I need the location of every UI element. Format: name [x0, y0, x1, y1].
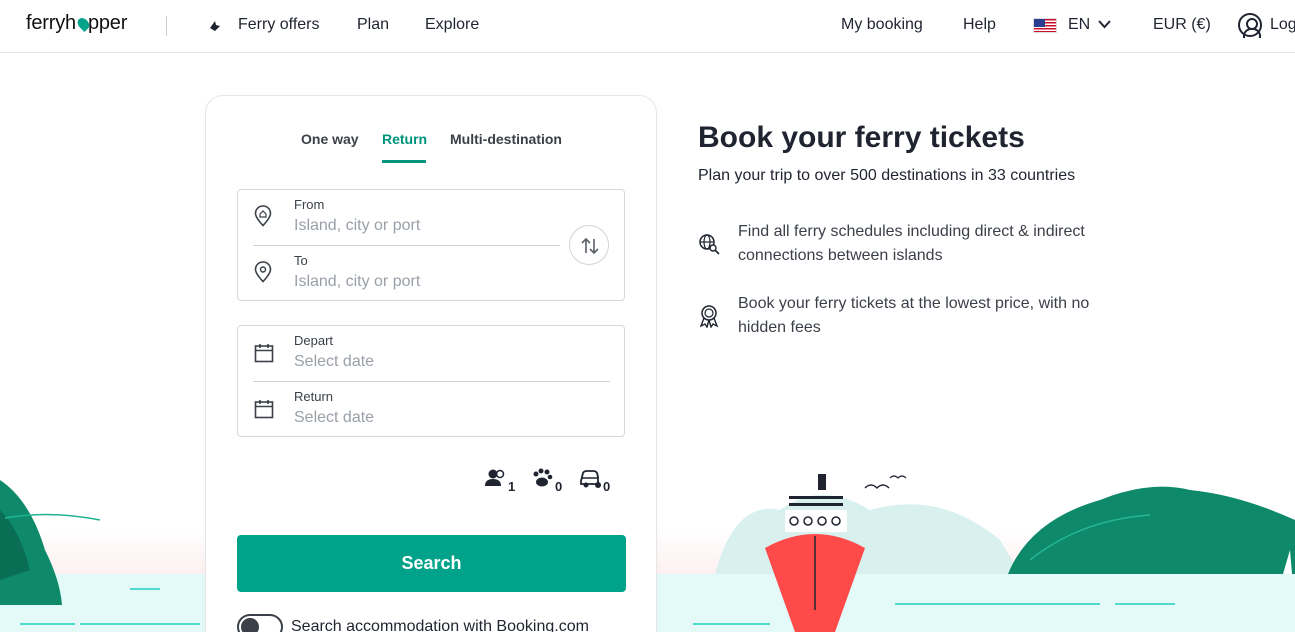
car-bike-icon: [580, 470, 601, 488]
to-input[interactable]: Island, city or port: [294, 273, 420, 291]
page-subtitle: Plan your trip to over 500 destinations …: [698, 167, 1076, 184]
feature-schedules: Find all ferry schedules including direc…: [738, 223, 1085, 264]
swap-arrows-icon: [581, 237, 599, 255]
depart-label: Depart: [294, 333, 334, 348]
currency-selector[interactable]: EUR (€): [1153, 16, 1211, 34]
nav-login[interactable]: Log: [1270, 16, 1295, 34]
divider: [166, 16, 167, 36]
language-selector[interactable]: EN: [1068, 16, 1090, 34]
page-title: Book your ferry tickets: [698, 121, 1025, 154]
calendar-icon: [254, 344, 274, 363]
nav-help[interactable]: Help: [963, 16, 996, 34]
from-label: From: [294, 197, 325, 212]
top-nav: ferryh pper Ferry offers Plan Explore My …: [0, 0, 1295, 53]
award-badge-icon: [699, 305, 719, 328]
passengers-count: 1: [508, 479, 516, 494]
vehicles-count: 0: [603, 479, 611, 494]
ship-icon: [210, 21, 220, 31]
vehicles-selector[interactable]: 0: [579, 468, 610, 495]
return-label: Return: [294, 389, 334, 404]
active-tab-indicator: [382, 160, 426, 163]
location-pin-icon: [254, 205, 272, 227]
nav-my-booking[interactable]: My booking: [841, 16, 923, 34]
swap-button[interactable]: [569, 225, 609, 265]
pets-selector[interactable]: 0: [531, 468, 562, 494]
globe-search-icon: [699, 234, 720, 255]
search-button[interactable]: Search: [237, 535, 626, 592]
us-flag-icon[interactable]: [1033, 18, 1057, 33]
field-divider: [253, 245, 560, 246]
pin-icon: [75, 15, 92, 33]
passengers-selector[interactable]: 1: [484, 468, 515, 494]
tab-one-way[interactable]: One way: [301, 131, 359, 147]
nav-explore[interactable]: Explore: [425, 16, 479, 34]
tab-multi-destination[interactable]: Multi-destination: [450, 131, 562, 147]
chevron-down-icon[interactable]: [1098, 20, 1111, 29]
to-label: To: [294, 253, 308, 268]
search-card: One way Return Multi-destination From Is…: [205, 95, 657, 632]
location-pin-icon: [254, 261, 272, 283]
from-input[interactable]: Island, city or port: [294, 217, 420, 235]
feature-lowest-price: Book your ferry tickets at the lowest pr…: [738, 295, 1090, 336]
accommodation-toggle[interactable]: [237, 614, 283, 632]
logo[interactable]: ferryh pper: [26, 12, 127, 35]
date-fields: Depart Select date Return Select date: [237, 325, 625, 437]
nav-plan[interactable]: Plan: [357, 16, 389, 34]
user-icon[interactable]: [1238, 13, 1262, 38]
route-fields: From Island, city or port To Island, cit…: [237, 189, 625, 301]
paw-icon: [533, 468, 553, 487]
field-divider: [253, 381, 610, 382]
return-date-input[interactable]: Select date: [294, 409, 374, 427]
pets-count: 0: [555, 479, 563, 494]
nav-ferry-offers[interactable]: Ferry offers: [238, 16, 320, 34]
depart-date-input[interactable]: Select date: [294, 353, 374, 371]
tab-return[interactable]: Return: [382, 131, 427, 147]
accommodation-toggle-label: Search accommodation with Booking.com: [291, 618, 589, 632]
passengers-icon: [485, 469, 505, 486]
calendar-icon: [254, 400, 274, 419]
